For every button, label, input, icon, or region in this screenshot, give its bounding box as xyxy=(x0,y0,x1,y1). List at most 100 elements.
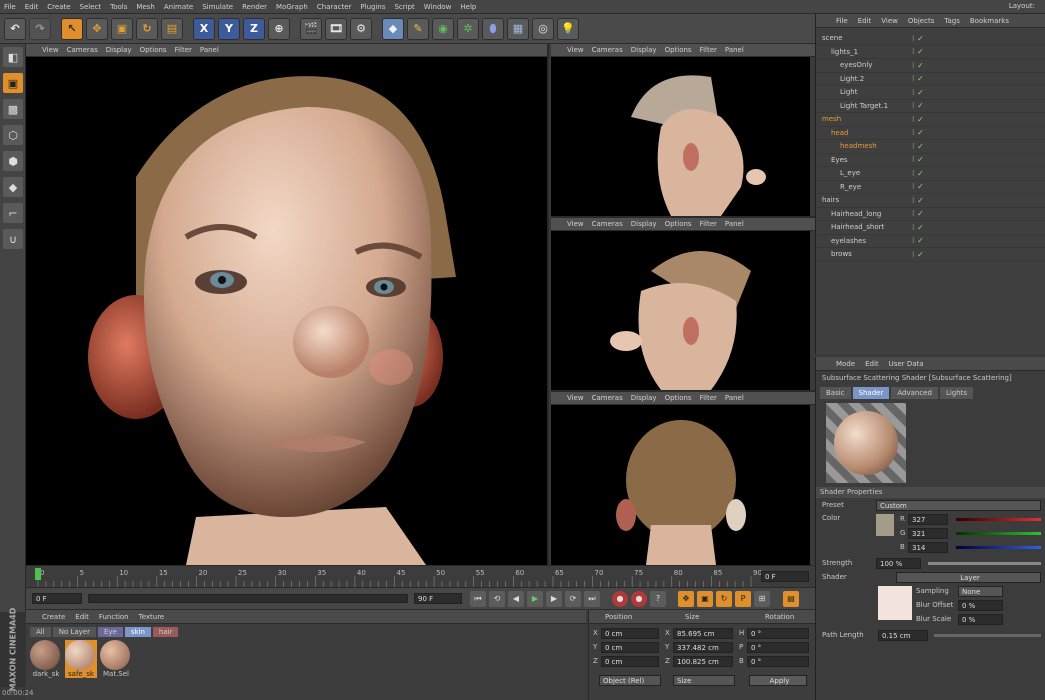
am-menu-mode[interactable]: Mode xyxy=(836,360,855,368)
light-icon[interactable]: 💡 xyxy=(557,17,579,40)
move-icon[interactable]: ✥ xyxy=(86,17,108,40)
keyframe-selection-icon[interactable]: ? xyxy=(650,590,666,607)
vp-menu-display[interactable]: Display xyxy=(631,46,657,54)
apply-button[interactable]: Apply xyxy=(749,675,807,686)
size-field[interactable]: 85.695 cm xyxy=(673,628,733,639)
visibility-icon[interactable]: ⁝ ✓ xyxy=(912,142,924,151)
visibility-icon[interactable]: ⁝ ✓ xyxy=(912,223,924,232)
object-row[interactable]: Light ⁝ ✓ xyxy=(816,86,1045,100)
vp-menu-panel[interactable]: Panel xyxy=(725,46,744,54)
object-row[interactable]: Hairhead_short ⁝ ✓ xyxy=(816,221,1045,235)
tab-shader[interactable]: Shader xyxy=(852,387,890,399)
model-mode-icon[interactable]: ▣ xyxy=(3,73,23,93)
vp-menu-filter[interactable]: Filter xyxy=(700,394,717,402)
b-value-field[interactable]: 314 xyxy=(908,542,948,553)
points-mode-icon[interactable]: ⬡ xyxy=(3,125,23,145)
mat-menu-create[interactable]: Create xyxy=(42,613,65,621)
object-row[interactable]: R_eye ⁝ ✓ xyxy=(816,181,1045,194)
object-row[interactable]: lights_1 ⁝ ✓ xyxy=(816,46,1045,59)
key-rotation-icon[interactable]: ↻ xyxy=(716,590,732,607)
floor-icon[interactable]: ▦ xyxy=(507,17,529,40)
coordinate-mode-dropdown[interactable]: Object (Rel) xyxy=(599,675,661,686)
r-value-field[interactable]: 327 xyxy=(908,514,948,525)
go-to-start-icon[interactable]: ⏮ xyxy=(470,590,486,607)
spline-icon[interactable]: ✎ xyxy=(407,17,429,40)
strength-slider[interactable] xyxy=(928,562,1041,565)
strength-field[interactable]: 100 % xyxy=(876,557,921,569)
viewport-render-area[interactable] xyxy=(551,405,810,565)
object-row[interactable]: Hairhead_long ⁝ ✓ xyxy=(816,208,1045,221)
recent-tool-icon[interactable]: ▤ xyxy=(161,17,183,40)
x-axis-lock[interactable]: X xyxy=(193,17,215,40)
prev-key-icon[interactable]: ⟲ xyxy=(489,590,505,607)
menu-window[interactable]: Window xyxy=(424,3,452,11)
object-row[interactable]: headmesh ⁝ ✓ xyxy=(816,140,1045,154)
z-axis-lock[interactable]: Z xyxy=(243,17,265,40)
rotation-field[interactable]: 0 ° xyxy=(747,642,809,653)
am-menu-user-data[interactable]: User Data xyxy=(889,360,924,368)
filter-no-layer[interactable]: No Layer xyxy=(52,627,96,637)
menu-mesh[interactable]: Mesh xyxy=(136,3,154,11)
shader-thumbnail[interactable] xyxy=(878,586,912,620)
vp-menu-options[interactable]: Options xyxy=(140,46,167,54)
live-selection-icon[interactable]: ↖ xyxy=(61,17,83,40)
vp-menu-panel[interactable]: Panel xyxy=(725,394,744,402)
vp-menu-panel[interactable]: Panel xyxy=(725,220,744,228)
vp-menu-filter[interactable]: Filter xyxy=(700,46,717,54)
undo-icon[interactable]: ↶ xyxy=(4,17,26,40)
object-row[interactable]: eyesOnly ⁝ ✓ xyxy=(816,59,1045,73)
make-editable-icon[interactable]: ◧ xyxy=(3,47,23,67)
end-frame-field[interactable]: 0 F xyxy=(761,571,809,582)
camera-icon[interactable]: ◎ xyxy=(532,17,554,40)
vp-menu-cameras[interactable]: Cameras xyxy=(592,394,623,402)
vp-menu-panel[interactable]: Panel xyxy=(200,46,219,54)
middle-right-viewport[interactable]: View Cameras Display Options Filter Pane… xyxy=(551,218,815,392)
mat-menu-texture[interactable]: Texture xyxy=(139,613,165,621)
object-row[interactable]: Light Target.1 ⁝ ✓ xyxy=(816,100,1045,113)
menu-plugins[interactable]: Plugins xyxy=(360,3,385,11)
edges-mode-icon[interactable]: ⬢ xyxy=(3,151,23,171)
rotation-field[interactable]: 0 ° xyxy=(747,628,809,639)
cube-icon[interactable]: ◆ xyxy=(382,17,404,40)
timeline-window-icon[interactable]: ▤ xyxy=(783,590,799,607)
y-axis-lock[interactable]: Y xyxy=(218,17,240,40)
texture-mode-icon[interactable]: ▩ xyxy=(3,99,23,119)
position-field[interactable]: 0 cm xyxy=(601,642,659,653)
preset-dropdown[interactable]: Custom xyxy=(876,499,1041,511)
visibility-icon[interactable]: ⁝ ✓ xyxy=(912,169,924,178)
am-menu-edit[interactable]: Edit xyxy=(865,360,879,368)
position-field[interactable]: 0 cm xyxy=(601,656,659,667)
visibility-icon[interactable]: ⁝ ✓ xyxy=(912,236,924,245)
tab-lights[interactable]: Lights xyxy=(939,387,974,399)
object-row[interactable]: Eyes ⁝ ✓ xyxy=(816,154,1045,167)
material-item[interactable]: Mat.Sel xyxy=(100,640,132,678)
filter-skin[interactable]: skin xyxy=(124,627,151,637)
path-length-slider[interactable] xyxy=(934,634,1041,637)
go-to-end-icon[interactable]: ⏭ xyxy=(584,590,600,607)
key-param-icon[interactable]: P xyxy=(735,590,751,607)
axis-mode-icon[interactable]: ⌐ xyxy=(3,203,23,223)
om-menu-bookmarks[interactable]: Bookmarks xyxy=(970,17,1009,25)
b-slider[interactable] xyxy=(956,546,1041,549)
next-frame-icon[interactable]: ▶ xyxy=(546,590,562,607)
key-pla-icon[interactable]: ⊞ xyxy=(754,590,770,607)
sampling-dropdown[interactable]: None xyxy=(958,586,1003,597)
menu-simulate[interactable]: Simulate xyxy=(202,3,233,11)
menu-file[interactable]: File xyxy=(4,3,16,11)
autokey-icon[interactable]: ● xyxy=(631,590,647,607)
next-key-icon[interactable]: ⟳ xyxy=(565,590,581,607)
vp-menu-cameras[interactable]: Cameras xyxy=(67,46,98,54)
position-field[interactable]: 0 cm xyxy=(601,628,659,639)
key-scale-icon[interactable]: ▣ xyxy=(697,590,713,607)
vp-menu-cameras[interactable]: Cameras xyxy=(592,46,623,54)
layout-label[interactable]: Layout: xyxy=(1009,2,1035,10)
bottom-right-viewport[interactable]: View Cameras Display Options Filter Pane… xyxy=(551,392,815,565)
vp-menu-display[interactable]: Display xyxy=(631,220,657,228)
timeline-ruler[interactable]: 0 5 10 15 20 25 30 35 40 45 50 55 60 65 70 75 80 85 90 0 F xyxy=(26,565,815,587)
visibility-icon[interactable]: ⁝ ✓ xyxy=(912,34,924,43)
vp-menu-display[interactable]: Display xyxy=(631,394,657,402)
mat-menu-edit[interactable]: Edit xyxy=(75,613,89,621)
menu-select[interactable]: Select xyxy=(80,3,102,11)
polygons-mode-icon[interactable]: ◆ xyxy=(3,177,23,197)
tab-basic[interactable]: Basic xyxy=(820,387,851,399)
